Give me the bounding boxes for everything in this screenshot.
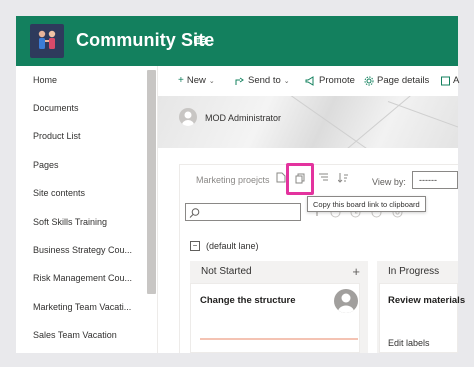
analytics-icon: [441, 76, 450, 85]
add-card-button[interactable]: +: [352, 264, 360, 279]
site-logo-people-icon: [38, 30, 56, 49]
plus-icon: +: [178, 75, 184, 86]
person-icon: [182, 111, 194, 126]
chevron-down-icon: ⌄: [208, 77, 215, 85]
send-to-label: Send to: [248, 75, 281, 86]
nav-item-soft-skills-training[interactable]: Soft Skills Training: [33, 217, 145, 227]
banner-decoration: [277, 96, 377, 148]
nav-scrollbar[interactable]: [147, 70, 156, 294]
nav-item-business-strategy[interactable]: Business Strategy Cou...: [33, 245, 145, 255]
site-logo[interactable]: [30, 24, 64, 58]
lane-label: (default lane): [206, 241, 259, 251]
copy-link-tooltip: Copy this board link to clipboard: [307, 196, 426, 212]
column-in-progress: In Progress Review materials Edit labels: [377, 261, 465, 353]
nav-item-pages[interactable]: Pages: [33, 160, 145, 170]
nav-item-documents[interactable]: Documents: [33, 103, 145, 113]
new-button[interactable]: + New ⌄: [178, 75, 215, 86]
share-icon: [235, 77, 244, 85]
megaphone-icon: [305, 75, 314, 86]
sort-order-icon[interactable]: [337, 172, 349, 186]
lane-collapse-toggle[interactable]: −: [190, 241, 200, 251]
nav-item-site-contents[interactable]: Site contents: [33, 188, 145, 198]
page-details-label: Page details: [377, 75, 430, 86]
view-by-label: View by:: [372, 177, 406, 187]
owner-name[interactable]: MOD Administrator: [205, 113, 281, 123]
nav-item-sales-team-vacation[interactable]: Sales Team Vacation: [33, 330, 145, 340]
column-header[interactable]: In Progress: [377, 261, 458, 283]
promote-button[interactable]: Promote: [305, 75, 355, 86]
site-header: Community Site T: [16, 16, 458, 66]
overflow-command[interactable]: A: [441, 75, 459, 86]
assignee-avatar[interactable]: [334, 289, 358, 313]
nav-item-risk-management[interactable]: Risk Management Cou...: [33, 273, 145, 283]
overflow-label: A: [453, 75, 460, 86]
card-progress-bar: [200, 338, 358, 340]
teams-icon[interactable]: T: [194, 34, 206, 46]
column-not-started: Not Started + Change the structure: [190, 261, 368, 353]
card-title[interactable]: Review materials: [388, 295, 465, 306]
page-banner: [158, 96, 458, 148]
nav-item-marketing-team-vacation[interactable]: Marketing Team Vacati...: [33, 302, 145, 312]
command-bar: + New ⌄ Send to ⌄ Promote Page details A: [158, 66, 459, 96]
card-title[interactable]: Change the structure: [200, 295, 296, 306]
chevron-down-icon: ⌄: [283, 77, 290, 85]
board-search-input[interactable]: [185, 203, 301, 221]
new-label: New: [186, 75, 206, 86]
person-icon: [338, 293, 354, 313]
svg-text:T: T: [196, 38, 200, 44]
send-to-button[interactable]: Send to ⌄: [235, 75, 290, 86]
nav-item-home[interactable]: Home: [33, 75, 145, 85]
page-details-button[interactable]: Page details: [364, 75, 429, 86]
copy-link-highlight: [286, 163, 314, 195]
gear-icon: [364, 76, 374, 85]
task-card[interactable]: Review materials Edit labels: [379, 283, 465, 353]
column-header[interactable]: Not Started: [190, 261, 368, 283]
owner-avatar[interactable]: [179, 108, 197, 126]
edit-icon[interactable]: [276, 172, 286, 186]
sort-icon[interactable]: [318, 172, 329, 186]
task-card[interactable]: Change the structure: [190, 283, 360, 353]
search-icon: [189, 208, 200, 218]
board-title[interactable]: Marketing proejcts: [196, 175, 270, 185]
promote-label: Promote: [319, 75, 355, 86]
nav-item-product-list[interactable]: Product List: [33, 131, 145, 141]
edit-labels-link[interactable]: Edit labels: [388, 338, 430, 348]
view-by-select[interactable]: ------: [412, 171, 458, 189]
left-navigation: Home Documents Product List Pages Site c…: [16, 66, 158, 353]
